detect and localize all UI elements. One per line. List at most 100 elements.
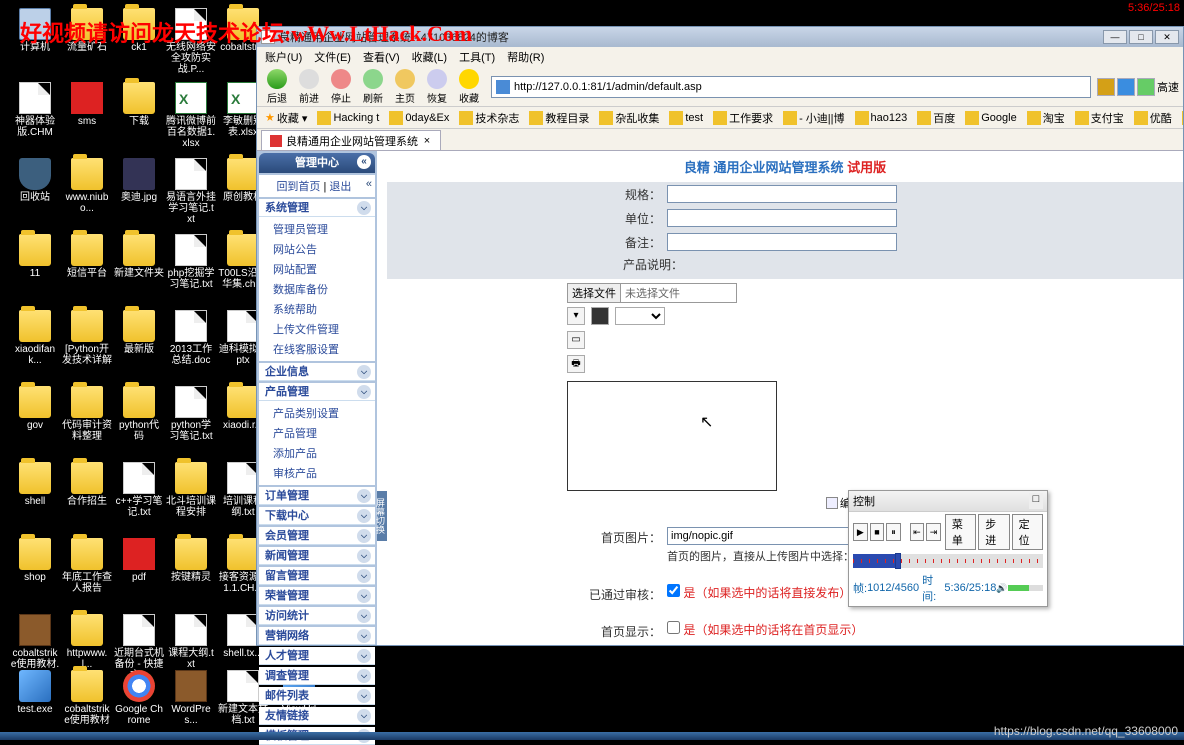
home-button[interactable]: 主页 [389,67,421,107]
bookmark-item[interactable]: 工作要求 [709,109,777,127]
editor-print-icon[interactable]: 🖶 [567,355,585,373]
sidebar-section-mail[interactable]: 邮件列表⌵ [259,687,375,705]
bookmark-item[interactable]: 优酷 [1130,109,1176,127]
sidebar-item[interactable]: 管理员管理 [259,219,375,239]
audit-checkbox[interactable] [667,584,680,597]
desktop-icon[interactable]: sms [62,82,112,127]
editor-select[interactable] [615,307,665,325]
vc-progress-thumb[interactable] [895,553,901,569]
home-link[interactable]: 回到首页 [276,181,320,193]
desktop-icon[interactable]: 新建文件夹 [114,234,164,279]
undo-button[interactable]: 恢复 [421,67,453,107]
vc-progress-slider[interactable] [853,554,1043,568]
sidebar-item[interactable]: 审核产品 [259,463,375,483]
sidebar-item[interactable]: 产品类别设置 [259,403,375,423]
sidebar-section-member[interactable]: 会员管理⌵ [259,527,375,545]
desktop-icon[interactable]: www.niubo... [62,158,112,214]
sidebar-section-news[interactable]: 新闻管理⌵ [259,547,375,565]
desktop-icon[interactable]: WordPres... [166,670,216,726]
toolbar-icon[interactable] [1117,78,1135,96]
bookmark-item[interactable]: 百度 [913,109,959,127]
desktop-icon[interactable]: 计算机 [10,8,60,53]
menu-account[interactable]: 账户(U) [261,47,306,67]
desktop-icon[interactable]: pdf [114,538,164,583]
menu-help[interactable]: 帮助(R) [503,47,548,67]
bookmark-item[interactable]: 支付宝 [1071,109,1128,127]
desktop-icon[interactable]: 腾讯微博前百名数据1.xlsx [166,82,216,149]
desktop-icon[interactable]: python代码 [114,386,164,442]
sidebar-section-sys[interactable]: 系统管理⌵ [259,199,375,217]
vc-volume-slider[interactable] [1008,585,1043,591]
bookmark-item[interactable]: test [665,110,707,126]
sidebar-section-hr[interactable]: 人才管理⌵ [259,647,375,665]
desktop-icon[interactable]: 奥迪.jpg [114,158,164,203]
bookmark-item[interactable]: Hacking t [313,110,383,126]
desktop-icon[interactable]: 年底工作查人报告 [62,538,112,594]
close-button[interactable]: ✕ [1155,30,1179,44]
file-selector[interactable]: 选择文件 未选择文件 [567,283,737,303]
desktop-icon[interactable]: 流量矿石 [62,8,112,53]
refresh-button[interactable]: 刷新 [357,67,389,107]
sidebar-section-ent[interactable]: 企业信息⌵ [259,363,375,381]
unit-input[interactable] [667,209,897,227]
desktop-icon[interactable]: c++学习笔记.txt [114,462,164,518]
sidebar-item[interactable]: 上传文件管理 [259,319,375,339]
choose-file-button[interactable]: 选择文件 [568,284,621,302]
desktop-icon[interactable]: 北斗培训课程安排 [166,462,216,518]
vc-menu-button[interactable]: 菜单 [945,514,976,550]
sidebar-section-link[interactable]: 友情链接⌵ [259,707,375,725]
sidebar-item[interactable]: 添加产品 [259,443,375,463]
screen-switch-tab[interactable]: 屏幕切换 [377,491,387,541]
vc-pos-button[interactable]: 定位 [1012,514,1043,550]
vc-next-icon[interactable]: ⇥ [926,523,941,541]
bookmark-item[interactable]: 教程目录 [525,109,593,127]
desktop-icon[interactable]: test.exe [10,670,60,715]
desktop-icon[interactable]: cobaltstrike使用教材 [62,670,112,726]
show-checkbox[interactable] [667,621,680,634]
editor-dropdown-1[interactable]: ▾ [567,307,585,325]
bookmark-item[interactable]: 淘宝 [1023,109,1069,127]
desktop-icon[interactable]: 下载 [114,82,164,127]
desktop-icon[interactable]: php挖掘学习笔记.txt [166,234,216,290]
toolbar-icon[interactable] [1097,78,1115,96]
menu-view[interactable]: 查看(V) [359,47,404,67]
remark-input[interactable] [667,233,897,251]
vc-step-button[interactable]: 步进 [978,514,1009,550]
editor-color-button[interactable] [591,307,609,325]
desktop-icon[interactable]: shop [10,538,60,583]
desktop-icon[interactable]: 2013工作总结.doc [166,310,216,366]
sidebar-item[interactable]: 网站公告 [259,239,375,259]
sidebar-section-market[interactable]: 营销网络⌵ [259,627,375,645]
menu-favorites[interactable]: 收藏(L) [408,47,451,67]
desktop-icon[interactable]: xiaodifank... [10,310,60,366]
desktop-icon[interactable]: 无线网络安全攻防实战.P... [166,8,216,75]
vc-close[interactable]: □ [1029,493,1043,509]
vc-pause-icon[interactable]: ⏸ [886,523,901,541]
back-button[interactable]: 后退 [261,67,293,107]
sidebar-section-prod[interactable]: 产品管理⌵ [259,383,375,401]
bookmark-item[interactable]: Google [961,110,1020,126]
desktop-icon[interactable]: 按键精灵 [166,538,216,583]
sidebar-item[interactable]: 在线客服设置 [259,339,375,359]
desktop-icon[interactable]: 合作招生 [62,462,112,507]
desktop-icon[interactable]: 短信平台 [62,234,112,279]
bookmark-item[interactable]: hao123 [851,110,912,126]
editor-textarea[interactable] [567,381,777,491]
titlebar[interactable]: 良精通用企业网站管理系统 - 471036824的博客 ― □ ✕ [257,27,1183,47]
stop-button[interactable]: 停止 [325,67,357,107]
logout-link[interactable]: 退出 [329,181,351,193]
forward-button[interactable]: 前进 [293,67,325,107]
sidebar-item[interactable]: 产品管理 [259,423,375,443]
editor-ruler-icon[interactable]: ▭ [567,331,585,349]
maximize-button[interactable]: □ [1129,30,1153,44]
bookmark-item[interactable]: 0day&Ex [385,110,453,126]
minimize-button[interactable]: ― [1103,30,1127,44]
desktop-icon[interactable]: 易语言外挂学习笔记.txt [166,158,216,225]
bookmark-item[interactable]: 站长工具 [1178,109,1183,127]
address-bar[interactable] [491,76,1091,98]
desktop-icon[interactable]: 回收站 [10,158,60,203]
desktop-icon[interactable]: python学习笔记.txt [166,386,216,442]
desktop-icon[interactable]: Google Chrome [114,670,164,726]
tab-close-icon[interactable]: × [422,135,432,147]
desktop-icon[interactable]: [Python开发技术详解 [62,310,112,366]
